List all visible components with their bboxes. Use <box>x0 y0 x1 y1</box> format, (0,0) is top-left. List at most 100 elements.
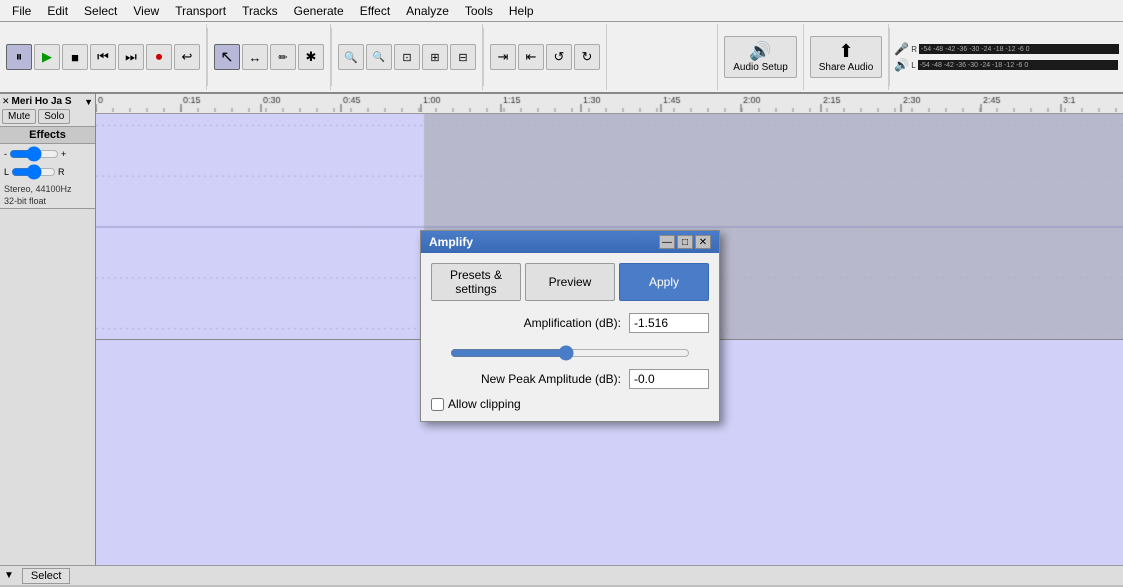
menu-select[interactable]: Select <box>76 2 125 20</box>
record-button[interactable]: ⏺ <box>146 44 172 70</box>
dialog-title: Amplify <box>429 235 473 249</box>
dialog-close-button[interactable]: ✕ <box>695 235 711 249</box>
pan-r-label: R <box>58 167 65 177</box>
menu-analyze[interactable]: Analyze <box>398 2 457 20</box>
waveform-canvas-lower <box>96 340 396 490</box>
ruler-canvas <box>96 94 1123 112</box>
multi-tool-button[interactable]: ✱ <box>298 44 324 70</box>
menu-help[interactable]: Help <box>501 2 542 20</box>
skip-start-button[interactable]: ⏮ <box>90 44 116 70</box>
track-close-button[interactable]: ✕ <box>2 96 10 107</box>
menu-effect[interactable]: Effect <box>352 2 398 20</box>
dialog-body: Presets & settings Preview Apply Amplifi… <box>421 253 719 421</box>
redo-button[interactable]: ↻ <box>574 44 600 70</box>
stop-button[interactable]: ■ <box>62 44 88 70</box>
audio-setup-label: Audio Setup <box>733 62 788 73</box>
menu-edit[interactable]: Edit <box>39 2 76 20</box>
record-meter-icon: 🎤 <box>894 42 909 56</box>
gain-pan-section: - + L R <box>0 144 95 182</box>
apply-button[interactable]: Apply <box>619 263 709 301</box>
gain-minus: - <box>4 149 7 159</box>
zoom-fit-button[interactable]: ⊞ <box>422 44 448 70</box>
transport-section: ⏸ ▶ ■ ⏮ ⏭ ⏺ ↩ <box>0 24 207 90</box>
record-meter-label: R <box>911 45 917 54</box>
play-button[interactable]: ▶ <box>34 44 60 70</box>
amplification-row: Amplification (dB): <box>431 313 709 333</box>
record-meter-row: 🎤 R -54 -48 -42 -36 -30 -24 -18 -12 -6 0 <box>894 42 1119 56</box>
menu-tracks[interactable]: Tracks <box>234 2 286 20</box>
track-name: Meri Ho Ja S <box>12 96 83 107</box>
play-meter-icon: 🔊 <box>894 58 909 72</box>
track-header: ✕ Meri Ho Ja S ▼ Mute Solo <box>0 94 95 127</box>
allow-clipping-row: Allow clipping <box>431 397 709 411</box>
track-dropdown-button[interactable]: ▼ <box>84 97 93 107</box>
menu-bar: File Edit Select View Transport Tracks G… <box>0 0 1123 22</box>
pan-l-label: L <box>4 167 9 177</box>
gain-slider[interactable] <box>9 146 59 162</box>
record-meter-bar: -54 -48 -42 -36 -30 -24 -18 -12 -6 0 <box>919 44 1119 54</box>
amplification-slider[interactable] <box>450 345 690 361</box>
share-audio-section: ⬆ Share Audio <box>804 24 890 90</box>
selection-tool-button[interactable]: ↖ <box>214 44 240 70</box>
zoom-out-button[interactable]: 🔍 <box>366 44 392 70</box>
select-button[interactable]: Select <box>22 568 71 584</box>
dialog-titlebar: Amplify — □ ✕ <box>421 231 719 253</box>
track-info-stereo: Stereo, 44100Hz <box>0 182 95 196</box>
zoom-in-button[interactable]: 🔍 <box>338 44 364 70</box>
menu-view[interactable]: View <box>125 2 167 20</box>
timeline-ruler <box>96 94 1123 114</box>
allow-clipping-checkbox[interactable] <box>431 398 444 411</box>
dialog-restore-button[interactable]: □ <box>677 235 693 249</box>
silence-button[interactable]: ⇤ <box>518 44 544 70</box>
audio-setup-button[interactable]: 🔊 Audio Setup <box>724 36 797 78</box>
solo-button[interactable]: Solo <box>38 109 70 124</box>
pan-slider[interactable] <box>11 164 56 180</box>
play-meter-label: L <box>911 61 915 70</box>
mute-button[interactable]: Mute <box>2 109 36 124</box>
menu-transport[interactable]: Transport <box>167 2 234 20</box>
track-info-bitdepth: 32-bit float <box>0 196 95 208</box>
audio-setup-section: 🔊 Audio Setup <box>717 24 804 90</box>
share-audio-label: Share Audio <box>819 62 874 73</box>
gain-plus: + <box>61 149 66 159</box>
loop-button[interactable]: ↩ <box>174 44 200 70</box>
tool-section: ↖ ↔ ✏ ✱ <box>208 24 331 90</box>
zoom-section: 🔍 🔍 ⊡ ⊞ ⊟ <box>332 24 483 90</box>
pause-button[interactable]: ⏸ <box>6 44 32 70</box>
undo-button[interactable]: ↺ <box>546 44 572 70</box>
amplify-dialog: Amplify — □ ✕ Presets & settings Preview… <box>420 230 720 422</box>
audio-setup-icon: 🔊 <box>749 41 771 62</box>
presets-settings-button[interactable]: Presets & settings <box>431 263 521 301</box>
trim-button[interactable]: ⇥ <box>490 44 516 70</box>
edit-section: ⇥ ⇤ ↺ ↻ <box>484 24 607 90</box>
dialog-action-buttons: Presets & settings Preview Apply <box>431 263 709 301</box>
play-meter-row: 🔊 L -54 -48 -42 -36 -30 -24 -18 -12 -6 0 <box>894 58 1119 72</box>
pan-row: L R <box>4 164 91 180</box>
track-left-panel: ✕ Meri Ho Ja S ▼ Mute Solo Effects - + L… <box>0 94 96 565</box>
effects-label[interactable]: Effects <box>0 127 95 144</box>
menu-tools[interactable]: Tools <box>457 2 501 20</box>
peak-amplitude-row: New Peak Amplitude (dB): <box>431 369 709 389</box>
preview-button[interactable]: Preview <box>525 263 615 301</box>
menu-generate[interactable]: Generate <box>286 2 352 20</box>
track-lower-panel <box>0 208 95 565</box>
play-meter-bar: -54 -48 -42 -36 -30 -24 -18 -12 -6 0 <box>918 60 1118 70</box>
menu-file[interactable]: File <box>4 2 39 20</box>
dialog-minimize-button[interactable]: — <box>659 235 675 249</box>
zoom-out-full-button[interactable]: ⊟ <box>450 44 476 70</box>
envelope-tool-button[interactable]: ↔ <box>242 44 268 70</box>
gain-row: - + <box>4 146 91 162</box>
peak-amplitude-input[interactable] <box>629 369 709 389</box>
draw-tool-button[interactable]: ✏ <box>270 44 296 70</box>
amplification-input[interactable] <box>629 313 709 333</box>
peak-amplitude-label: New Peak Amplitude (dB): <box>431 372 629 386</box>
skip-end-button[interactable]: ⏭ <box>118 44 144 70</box>
zoom-sel-button[interactable]: ⊡ <box>394 44 420 70</box>
allow-clipping-label: Allow clipping <box>448 397 521 411</box>
share-audio-icon: ⬆ <box>838 41 853 62</box>
level-meters: 🎤 R -54 -48 -42 -36 -30 -24 -18 -12 -6 0… <box>890 24 1123 90</box>
share-audio-button[interactable]: ⬆ Share Audio <box>810 36 883 78</box>
amplification-slider-row <box>431 341 709 369</box>
dialog-window-controls: — □ ✕ <box>659 235 711 249</box>
main-toolbar: ⏸ ▶ ■ ⏮ ⏭ ⏺ ↩ ↖ ↔ ✏ ✱ 🔍 🔍 <box>0 22 1123 94</box>
